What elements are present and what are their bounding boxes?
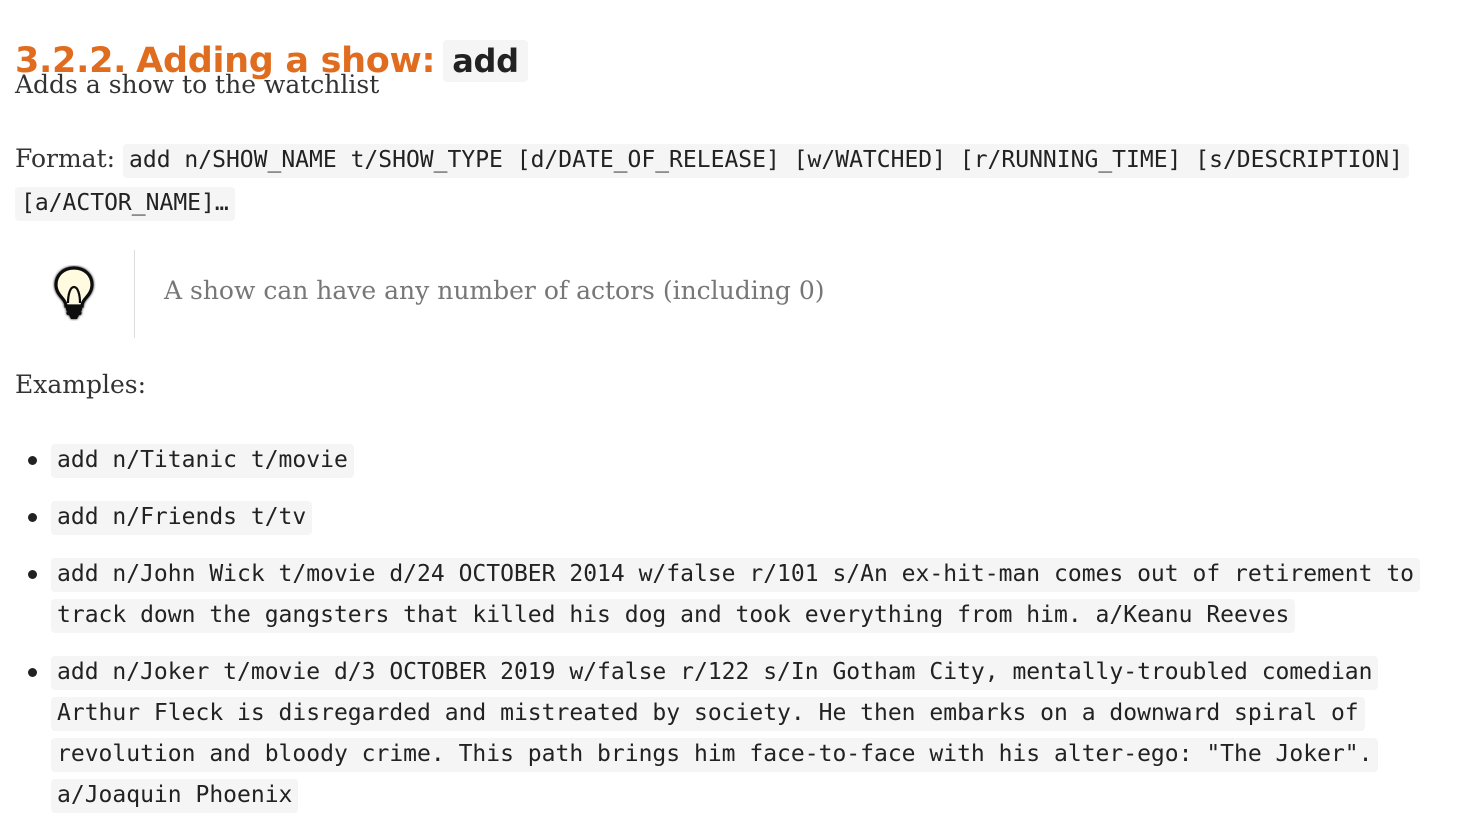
bullet-icon — [28, 456, 37, 465]
example-code: add n/Titanic t/movie — [51, 444, 354, 478]
example-code: add n/Joker t/movie d/3 OCTOBER 2019 w/f… — [51, 656, 1379, 813]
format-syntax: add n/SHOW_NAME t/SHOW_TYPE [d/DATE_OF_R… — [15, 144, 1409, 221]
lightbulb-icon — [54, 266, 94, 319]
tip-admonition: A show can have any number of actors (in… — [15, 250, 1015, 338]
list-item: add n/Joker t/movie d/3 OCTOBER 2019 w/f… — [28, 652, 1436, 816]
format-paragraph: Format: add n/SHOW_NAME t/SHOW_TYPE [d/D… — [15, 138, 1445, 224]
command-description: Adds a show to the watchlist — [15, 70, 380, 99]
bullet-icon — [28, 668, 37, 677]
tip-divider — [134, 250, 135, 338]
example-code: add n/Friends t/tv — [51, 501, 313, 535]
tip-text: A show can have any number of actors (in… — [164, 276, 825, 305]
bullet-icon — [28, 513, 37, 522]
format-label: Format: — [15, 144, 116, 173]
example-code: add n/John Wick t/movie d/24 OCTOBER 201… — [51, 558, 1421, 633]
examples-label: Examples: — [15, 370, 147, 399]
list-item: add n/John Wick t/movie d/24 OCTOBER 201… — [28, 554, 1436, 636]
list-item: add n/Titanic t/movie — [28, 440, 1436, 481]
list-item: add n/Friends t/tv — [28, 497, 1436, 538]
bullet-icon — [28, 570, 37, 579]
examples-list: add n/Titanic t/movie add n/Friends t/tv… — [28, 440, 1436, 832]
command-name: add — [443, 40, 528, 82]
